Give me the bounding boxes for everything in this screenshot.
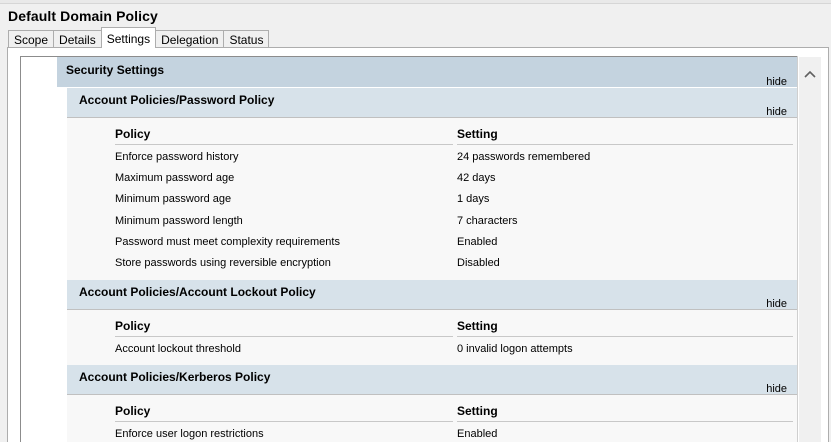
- header-divider: [457, 144, 793, 145]
- policy-name: Minimum password age: [115, 193, 232, 205]
- table-password-policy: Policy Setting Enforce password history …: [67, 118, 797, 280]
- header-divider: [115, 144, 453, 145]
- policy-setting: 1 days: [457, 193, 490, 205]
- window-top-edge: [0, 0, 831, 4]
- group-password-policy: Account Policies/Password Policy hide: [67, 88, 797, 118]
- section-security-settings: Security Settings hide: [57, 57, 797, 88]
- policy-name: Maximum password age: [115, 172, 235, 184]
- group-title: Account Policies/Password Policy: [79, 93, 275, 107]
- scroll-up-button[interactable]: [799, 57, 821, 91]
- policy-setting: Enabled: [457, 236, 498, 248]
- policy-name: Enforce password history: [115, 151, 239, 163]
- policy-setting: 0 invalid logon attempts: [457, 343, 573, 355]
- tab-scope[interactable]: Scope: [8, 30, 54, 48]
- column-header-policy: Policy: [115, 319, 151, 333]
- page-title: Default Domain Policy: [8, 8, 158, 24]
- hide-link-security-settings[interactable]: hide: [766, 76, 787, 88]
- policy-setting: 7 characters: [457, 215, 518, 227]
- policy-name: Password must meet complexity requiremen…: [115, 236, 340, 248]
- group-title: Account Policies/Account Lockout Policy: [79, 285, 316, 299]
- tab-status[interactable]: Status: [223, 30, 270, 48]
- group-account-lockout-policy: Account Policies/Account Lockout Policy …: [67, 280, 797, 310]
- tab-settings[interactable]: Settings: [100, 27, 157, 48]
- report-frame-right: [797, 56, 798, 442]
- column-header-setting: Setting: [457, 127, 498, 141]
- table-account-lockout-policy: Policy Setting Account lockout threshold…: [67, 310, 797, 365]
- hide-link-account-lockout-policy[interactable]: hide: [766, 298, 787, 310]
- policy-name: Account lockout threshold: [115, 343, 241, 355]
- chevron-up-icon: [804, 70, 816, 78]
- vertical-scrollbar[interactable]: [799, 57, 821, 442]
- settings-report: Security Settings hide Account Policies/…: [21, 57, 797, 442]
- policy-setting: 42 days: [457, 172, 496, 184]
- policy-setting: 24 passwords remembered: [457, 151, 591, 163]
- column-header-policy: Policy: [115, 404, 151, 418]
- header-divider: [457, 336, 793, 337]
- column-header-setting: Setting: [457, 404, 498, 418]
- policy-setting: Disabled: [457, 257, 500, 269]
- hide-link-kerberos-policy[interactable]: hide: [766, 383, 787, 395]
- group-kerberos-policy: Account Policies/Kerberos Policy hide: [67, 365, 797, 395]
- policy-name: Enforce user logon restrictions: [115, 428, 264, 440]
- policy-name: Store passwords using reversible encrypt…: [115, 257, 331, 269]
- tab-strip: Scope Details Settings Delegation Status: [8, 27, 270, 48]
- policy-setting: Enabled: [457, 428, 498, 440]
- section-title: Security Settings: [66, 63, 165, 77]
- header-divider: [457, 421, 793, 422]
- column-header-setting: Setting: [457, 319, 498, 333]
- tab-details[interactable]: Details: [53, 30, 101, 48]
- header-divider: [115, 421, 453, 422]
- hide-link-password-policy[interactable]: hide: [766, 106, 787, 118]
- group-title: Account Policies/Kerberos Policy: [79, 370, 271, 384]
- header-divider: [115, 336, 453, 337]
- column-header-policy: Policy: [115, 127, 151, 141]
- table-kerberos-policy: Policy Setting Enforce user logon restri…: [67, 395, 797, 442]
- settings-panel: Security Settings hide Account Policies/…: [7, 47, 829, 442]
- policy-name: Minimum password length: [115, 215, 243, 227]
- tab-delegation[interactable]: Delegation: [156, 30, 224, 48]
